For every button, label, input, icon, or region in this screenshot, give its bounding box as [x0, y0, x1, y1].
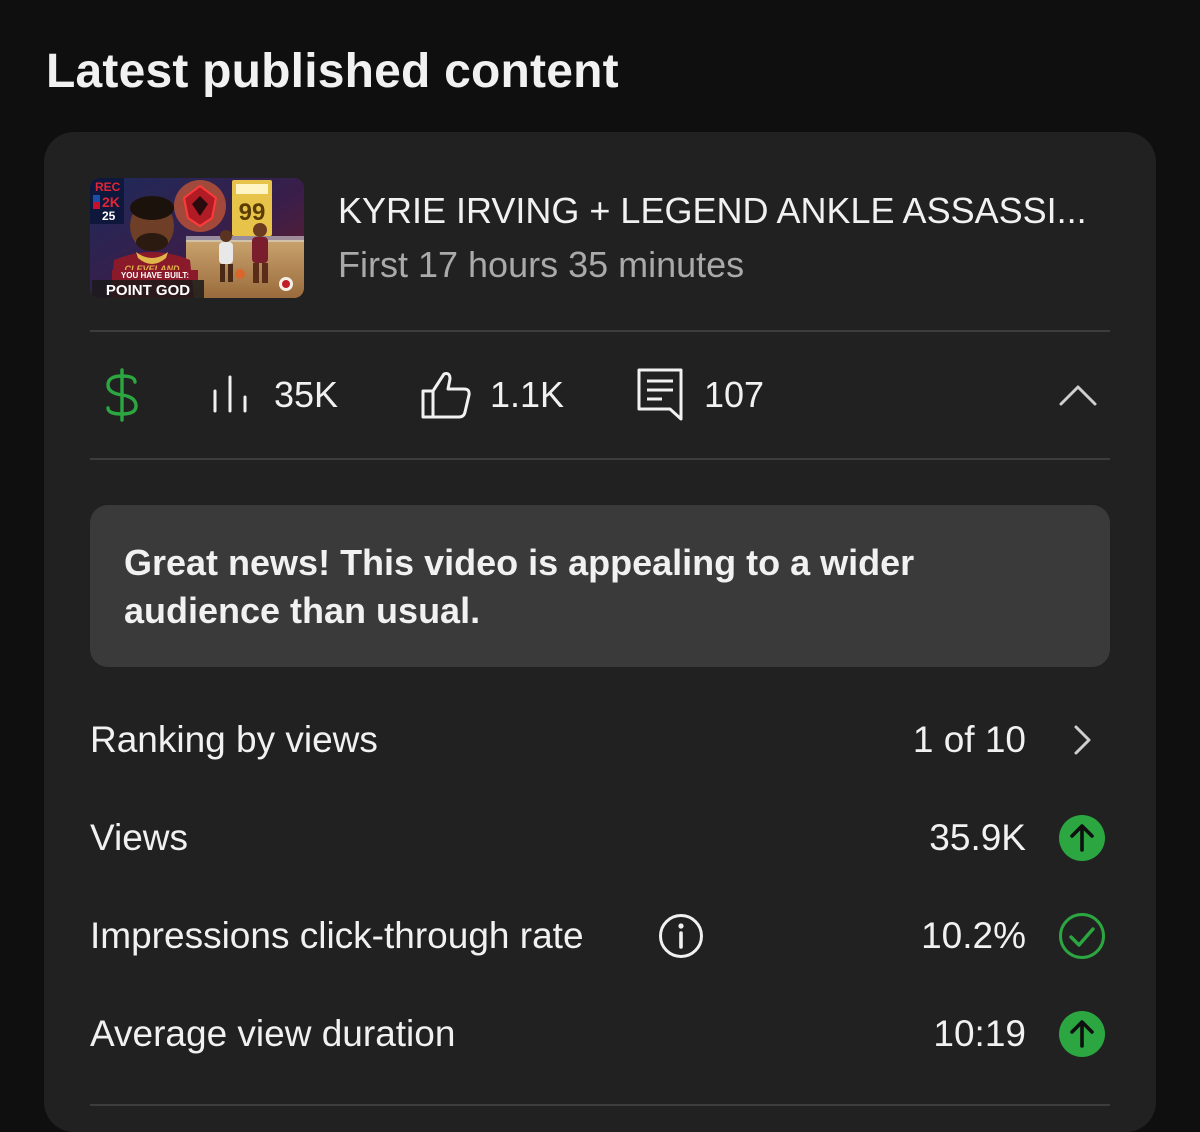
average-view-duration-label: Average view duration	[90, 1013, 456, 1054]
chevron-up-icon	[1059, 385, 1097, 406]
thumbnail-built-text: YOU HAVE BUILT:	[121, 271, 189, 280]
ranking-row[interactable]: Ranking by views 1 of 10	[90, 708, 1110, 772]
thumbs-up-icon	[421, 372, 471, 419]
divider	[90, 458, 1110, 460]
ctr-label: Impressions click-through rate	[90, 915, 584, 956]
average-view-duration-value: 10:19	[933, 1013, 1026, 1054]
thumbnail-game-text: 2K	[102, 194, 120, 210]
average-view-duration-row: Average view duration 10:19	[90, 1002, 1110, 1066]
thumbnail-year-text: 25	[102, 209, 116, 223]
thumbnail-rec-text: REC	[95, 180, 121, 194]
likes-stat: 1.1K	[420, 332, 564, 458]
thumbnail-rating: 99	[239, 199, 266, 226]
thumbnail-build-name: POINT GOD	[106, 282, 190, 298]
divider	[90, 1104, 1110, 1106]
comments-stat: 107	[636, 332, 764, 458]
arrow-up-circle-icon	[1059, 1011, 1105, 1057]
bar-chart-icon	[213, 375, 247, 413]
monetization-stat	[104, 332, 140, 458]
dollar-icon	[106, 368, 138, 422]
ranking-value: 1 of 10	[912, 719, 1026, 760]
section-title: Latest published content	[46, 45, 619, 98]
chevron-right-icon[interactable]	[1058, 716, 1106, 764]
video-published-duration: First 17 hours 35 minutes	[338, 244, 745, 285]
check-circle-icon	[1059, 913, 1105, 959]
views-label: Views	[90, 817, 189, 858]
arrow-up-circle-icon	[1059, 815, 1105, 861]
comment-icon	[637, 368, 683, 421]
views-row: Views 35.9K	[90, 806, 1110, 870]
views-value: 35.9K	[929, 817, 1026, 858]
comments-count: 107	[704, 374, 765, 415]
video-thumbnail[interactable]: 99 CLEVELAND REC 2K 25 YOU HAVE BUILT: P…	[90, 178, 304, 298]
video-title[interactable]: KYRIE IRVING + LEGEND ANKLE ASSASSI...	[338, 190, 1118, 232]
views-count: 35K	[274, 374, 339, 415]
insight-banner: Great news! This video is appealing to a…	[90, 505, 1110, 667]
video-stats-row[interactable]: 35K 1.1K 107	[90, 332, 1110, 458]
latest-content-card: 99 CLEVELAND REC 2K 25 YOU HAVE BUILT: P…	[44, 132, 1156, 1132]
views-stat: 35K	[210, 332, 338, 458]
info-icon[interactable]	[658, 913, 704, 959]
ctr-value: 10.2%	[921, 915, 1026, 956]
ranking-label: Ranking by views	[90, 719, 378, 760]
collapse-button[interactable]	[1058, 332, 1098, 458]
likes-count: 1.1K	[490, 374, 565, 415]
ctr-row: Impressions click-through rate 10.2%	[90, 904, 1110, 968]
